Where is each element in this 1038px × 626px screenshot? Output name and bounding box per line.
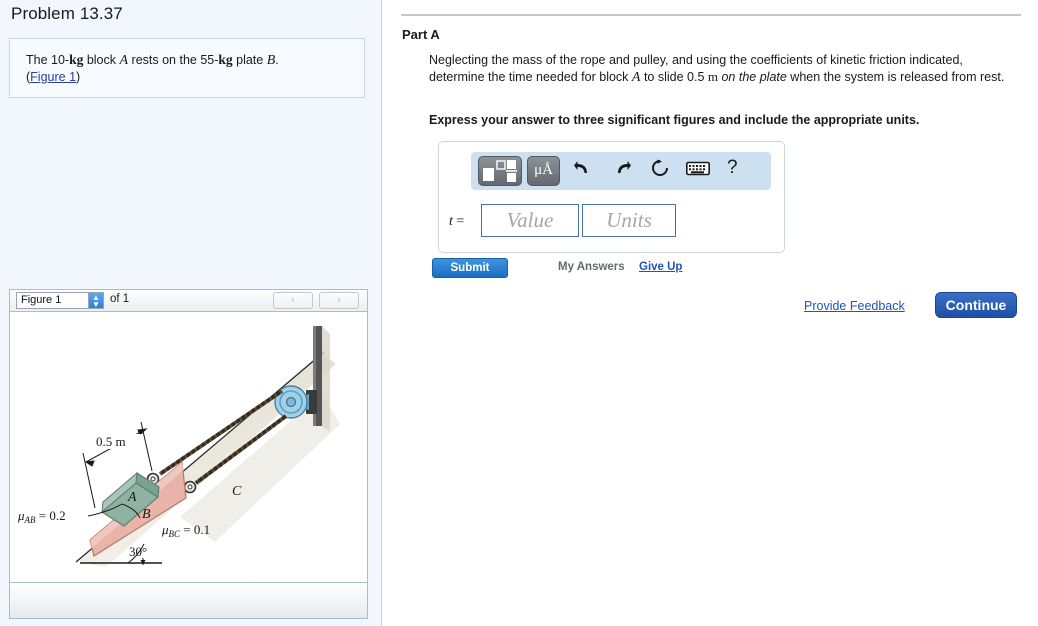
answer-variable-label: t = [449,214,464,230]
incline-c-label: C [232,484,242,499]
question-line-2g: when the system is released from [786,69,977,84]
undo-glyph [574,161,587,173]
question-line-2a: determine the time needed for block [429,69,632,84]
problem-statement-box: The 10-kg block A rests on the 55-kg pla… [9,38,365,98]
stmt-mid: block [83,53,120,67]
give-up-link[interactable]: Give Up [639,261,682,273]
help-icon[interactable]: ? [727,157,738,179]
figure-count-label: of 1 [110,293,130,305]
block-a-label: A [127,490,137,505]
stmt-end: . [275,53,279,67]
figure-select-value: Figure 1 [21,294,62,306]
pulley-axle [285,396,297,408]
units-template-button[interactable]: μÅ [527,156,560,186]
answer-input-panel: μÅ ? t = Value Units [438,141,785,253]
plate-b-label: B [142,507,151,522]
section-divider [401,14,1021,16]
eye-hook-b [183,480,197,494]
stmt-mid2: rests on the 55- [128,53,219,67]
math-template-icon[interactable] [478,156,522,186]
figure-panel-header: Figure 1 ▲ ▼ of 1 ‹ › [10,290,367,312]
figure-1-link[interactable]: Figure 1 [30,70,76,84]
submit-button[interactable]: Submit [432,258,508,278]
answer-instruction: Express your answer to three significant… [429,113,920,127]
mu-bc-label: μBC = 0.1 [161,522,210,539]
figure-diagram: A B C 0.5 m μAB = 0.2 μBC = 0.1 30° [10,312,367,580]
units-input[interactable]: Units [582,204,676,237]
stmt-kg-1: kg [69,52,84,67]
page-root: Problem 13.37 The 10-kg block A rests on… [0,0,1038,626]
units-placeholder: Units [606,208,652,232]
undo-icon[interactable] [574,160,592,181]
part-a-question-text: Neglecting the mass of the rope and pull… [429,52,1019,86]
figure-next-button[interactable]: › [319,292,359,309]
keyboard-glyph [686,161,710,176]
problem-statement-text: The 10-kg block A rests on the 55-kg pla… [10,39,364,69]
paren-close: ) [76,70,81,84]
right-panel: Part A Neglecting the mass of the rope a… [383,0,1038,626]
angle-label-30: 30° [129,544,147,559]
reset-glyph [652,159,668,176]
question-line-3: rest. [979,69,1005,84]
part-a-heading: Part A [402,27,440,42]
stmt-block-a: A [119,53,129,68]
my-answers-link[interactable]: My Answers [558,261,625,273]
units-template-label: μÅ [534,162,553,178]
incline-pulley-diagram-svg: A B C 0.5 m μAB = 0.2 μBC = 0.1 30° [17,326,340,567]
figure-panel-footer [10,582,367,618]
spinner-down-icon: ▼ [92,300,100,309]
value-input[interactable]: Value [481,204,579,237]
stmt-mid3: plate [232,53,267,67]
continue-button[interactable]: Continue [935,292,1017,318]
question-line-2c: to slide 0.5 [640,69,708,84]
mu-ab-label: μAB = 0.2 [17,508,66,525]
redo-glyph [618,161,631,173]
left-panel: Problem 13.37 The 10-kg block A rests on… [0,0,382,626]
question-line-1: Neglecting the mass of the rope and pull… [429,53,963,67]
page-title: Problem 13.37 [11,4,123,23]
stmt-block-b: B [266,53,276,68]
figure-select-dropdown[interactable]: Figure 1 ▲ ▼ [16,292,104,309]
dimension-label-0-5m: 0.5 m [96,434,126,449]
stmt-pre: The 10- [26,53,70,67]
figure-panel: Figure 1 ▲ ▼ of 1 ‹ › A B C 0.5 m μAB = … [9,289,368,619]
value-placeholder: Value [506,208,554,232]
figure-select-spinner-icon[interactable]: ▲ ▼ [88,293,103,309]
problem-figure-reference: (Figure 1) [10,69,364,85]
math-template-glyph [483,160,517,182]
redo-icon[interactable] [613,160,631,181]
answer-toolbar: μÅ ? [471,152,771,190]
stmt-kg-2: kg [218,52,233,67]
provide-feedback-link[interactable]: Provide Feedback [804,299,905,313]
keyboard-icon[interactable] [686,161,710,181]
figure-prev-button[interactable]: ‹ [273,292,313,309]
reset-icon[interactable] [651,159,669,182]
question-unit-m: m [707,68,718,84]
answer-equals-sign: = [452,214,465,229]
question-emphasis: on the plate [721,69,787,84]
